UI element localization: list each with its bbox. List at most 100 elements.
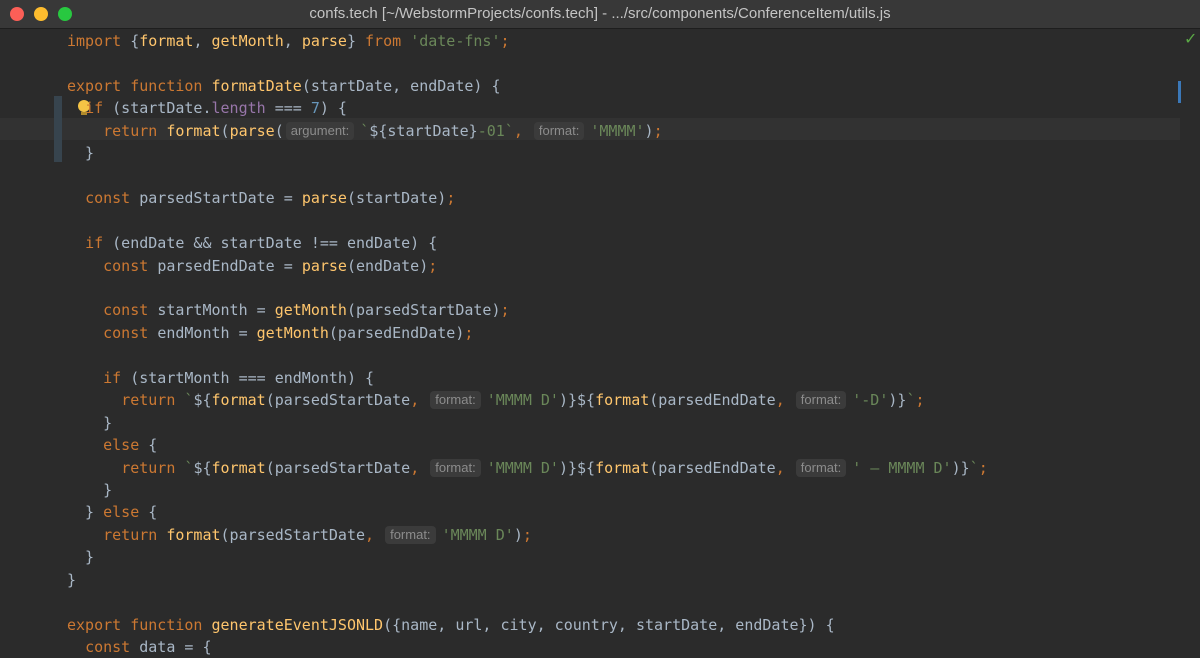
code-line[interactable]: return format(parsedStartDate, format: 'M… bbox=[67, 524, 532, 546]
code-line[interactable]: const data = { bbox=[67, 636, 212, 658]
keyword-token: if bbox=[85, 99, 104, 118]
code-line[interactable]: const startMonth = getMonth(parsedStartD… bbox=[67, 299, 509, 321]
code-token: endMonth = bbox=[157, 323, 257, 342]
code-token: )}${ bbox=[558, 458, 596, 477]
keyword-token: from bbox=[365, 32, 402, 50]
keyword-token: import bbox=[67, 32, 122, 50]
parameter-hint: format: bbox=[795, 458, 847, 477]
code-token: (startDate) bbox=[346, 189, 447, 208]
function-token: format bbox=[139, 32, 194, 50]
string-token: 'MMMM' bbox=[590, 121, 645, 140]
function-token: getMonth bbox=[256, 323, 329, 342]
code-token: (parsedStartDate bbox=[220, 525, 366, 544]
keyword-token: , bbox=[410, 458, 420, 477]
keyword-token: return bbox=[103, 121, 167, 140]
keyword-token: , bbox=[513, 121, 523, 140]
code-token: (parsedStartDate bbox=[265, 391, 411, 410]
code-token: ({name, url, city, country, startDate, e… bbox=[383, 615, 835, 634]
parameter-hint: format: bbox=[795, 391, 847, 410]
code-token: (startDate, endDate) { bbox=[301, 76, 501, 95]
string-token: 'MMMM D' bbox=[486, 391, 559, 410]
code-editor[interactable]: ✓ import {format, getMonth, parse} from … bbox=[0, 29, 1200, 658]
code-line[interactable]: return `${format(parsedStartDate, format… bbox=[67, 457, 988, 479]
checkmark-icon: ✓ bbox=[1184, 29, 1198, 48]
code-line[interactable]: if (endDate && startDate !== endDate) { bbox=[67, 232, 437, 254]
keyword-token: const bbox=[103, 323, 158, 342]
keyword-token: ; bbox=[428, 256, 438, 275]
code-token: (parsedEndDate) bbox=[328, 323, 465, 342]
code-line[interactable]: } bbox=[67, 546, 94, 568]
keyword-token: const bbox=[103, 301, 158, 320]
code-line[interactable]: return `${format(parsedStartDate, format… bbox=[67, 389, 925, 411]
code-token: { bbox=[139, 503, 158, 522]
string-token: ` bbox=[969, 458, 979, 477]
keyword-token: ; bbox=[446, 189, 456, 208]
code-token: )} bbox=[888, 391, 907, 410]
code-token: startMonth = bbox=[157, 301, 275, 320]
keyword-token: return bbox=[121, 391, 185, 410]
keyword-token: else bbox=[103, 436, 140, 455]
code-token: ) { bbox=[319, 99, 347, 118]
code-line[interactable]: const parsedStartDate = parse(startDate)… bbox=[67, 187, 455, 209]
code-line[interactable]: } bbox=[67, 412, 112, 434]
function-token: format bbox=[595, 458, 650, 477]
keyword-token: export function bbox=[67, 615, 212, 634]
code-line[interactable]: const parsedEndDate = parse(endDate); bbox=[67, 255, 437, 277]
code-token: (startMonth === endMonth) { bbox=[121, 368, 375, 387]
code-token: } bbox=[67, 481, 113, 499]
code-token: , bbox=[193, 32, 212, 50]
keyword-token: const bbox=[85, 638, 140, 657]
function-token: parse bbox=[301, 189, 347, 208]
code-token: (endDate) bbox=[346, 256, 429, 275]
keyword-token: const bbox=[103, 256, 158, 275]
function-token: formatDate bbox=[211, 76, 302, 95]
code-token: { bbox=[121, 32, 140, 50]
keyword-token: ; bbox=[464, 323, 474, 342]
keyword-token: ; bbox=[653, 121, 663, 140]
code-token: } bbox=[67, 413, 113, 432]
function-token: format bbox=[595, 391, 650, 410]
code-line[interactable]: if (startDate.length === 7) { bbox=[67, 97, 347, 119]
code-line[interactable]: else { bbox=[67, 434, 157, 456]
code-line[interactable]: if (startMonth === endMonth) { bbox=[67, 367, 374, 389]
keyword-token: const bbox=[85, 189, 140, 208]
code-line[interactable]: } bbox=[67, 142, 94, 164]
code-line[interactable]: return format(parse(argument: `${startDat… bbox=[67, 120, 663, 142]
code-line[interactable]: import {format, getMonth, parse} from 'd… bbox=[67, 30, 510, 52]
keyword-token: , bbox=[410, 391, 420, 410]
code-token: ) bbox=[513, 525, 523, 544]
code-token: (parsedEndDate bbox=[649, 458, 776, 477]
code-token: ) bbox=[644, 121, 654, 140]
code-line[interactable]: } else { bbox=[67, 501, 157, 523]
code-token: } bbox=[346, 32, 366, 50]
code-token: data = { bbox=[139, 638, 212, 657]
code-token: (parsedStartDate) bbox=[346, 301, 501, 320]
keyword-token: ; bbox=[522, 525, 532, 544]
parameter-hint: format: bbox=[385, 525, 436, 544]
code-token: ${ bbox=[193, 391, 212, 410]
code-line[interactable]: export function formatDate(startDate, en… bbox=[67, 75, 501, 97]
function-token: format bbox=[211, 458, 266, 477]
code-line[interactable]: export function generateEventJSONLD({nam… bbox=[67, 614, 835, 636]
function-token: parse bbox=[301, 32, 347, 50]
code-line[interactable]: } bbox=[67, 479, 112, 501]
code-token: (parsedStartDate bbox=[265, 458, 411, 477]
code-line[interactable]: const endMonth = getMonth(parsedEndDate)… bbox=[67, 322, 473, 344]
keyword-token: ; bbox=[978, 458, 988, 477]
keyword-token: return bbox=[103, 525, 167, 544]
property-token: length bbox=[211, 99, 266, 118]
parameter-hint: format: bbox=[430, 391, 481, 410]
code-token: parsedEndDate = bbox=[157, 256, 302, 275]
string-token: 'MMMM D' bbox=[441, 525, 514, 544]
function-token: generateEventJSONLD bbox=[211, 615, 384, 634]
scrollbar-marker[interactable] bbox=[1178, 81, 1181, 103]
code-line[interactable]: } bbox=[67, 569, 76, 591]
